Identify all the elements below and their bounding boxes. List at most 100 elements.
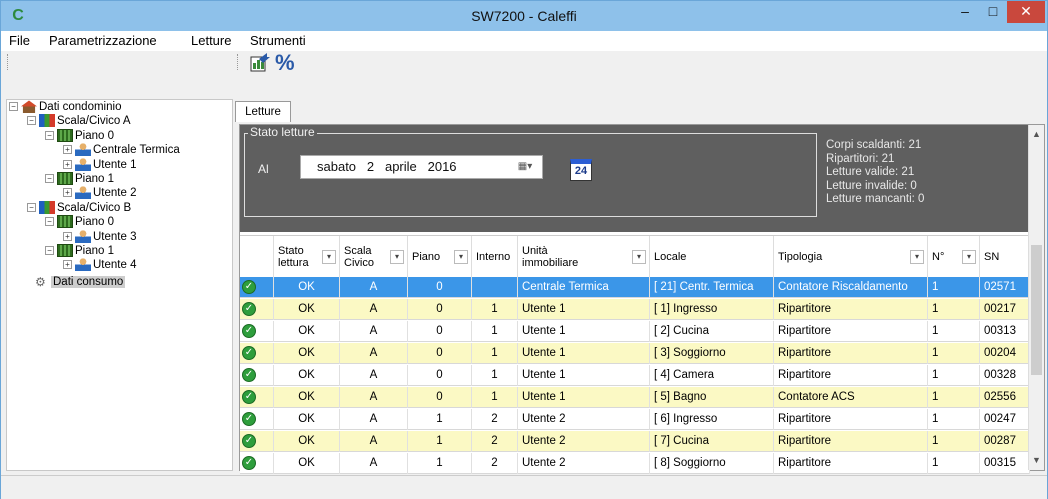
header-tipologia[interactable]: Tipologia ▾ bbox=[774, 236, 928, 278]
cell-piano: 1 bbox=[408, 453, 472, 474]
tree-item-piano-b0[interactable]: − Piano 0 bbox=[45, 215, 114, 229]
tree-label: Utente 4 bbox=[93, 259, 137, 271]
toolbar-grip[interactable] bbox=[237, 54, 240, 70]
filter-dropdown-icon[interactable]: ▾ bbox=[962, 250, 976, 264]
cell-unita: Centrale Termica bbox=[518, 277, 650, 298]
tree-item-scala-b[interactable]: − Scala/Civico B bbox=[27, 201, 131, 215]
table-row[interactable]: ✓ OK A 0 1 Utente 1[ 3] Soggiorno Ripartitore 1… bbox=[240, 343, 1030, 364]
cell-n: 1 bbox=[928, 431, 980, 452]
grid-header: Stato lettura ▾ Scala Civico ▾ Piano ▾ Inte… bbox=[240, 235, 1030, 278]
collapse-icon[interactable]: − bbox=[9, 102, 18, 112]
filter-dropdown-icon[interactable]: ▾ bbox=[390, 250, 404, 264]
header-piano[interactable]: Piano ▾ bbox=[408, 236, 472, 278]
header-scala-civico[interactable]: Scala Civico ▾ bbox=[340, 236, 408, 278]
toolbar-grip[interactable] bbox=[7, 54, 10, 70]
tree-item-utente-4[interactable]: + Utente 4 bbox=[63, 258, 136, 272]
calendar-icon[interactable]: 24 bbox=[570, 159, 592, 181]
filter-dropdown-icon[interactable]: ▾ bbox=[632, 250, 646, 264]
tree-item-utente-1[interactable]: + Utente 1 bbox=[63, 158, 136, 172]
tree-item-centrale-termica[interactable]: + Centrale Termica bbox=[63, 143, 180, 157]
cell-interno: 1 bbox=[472, 299, 518, 320]
table-row[interactable]: ✓ OK A 0 1 Utente 1[ 1] Ingresso Ripartitore 1 0… bbox=[240, 299, 1030, 320]
tree-item-utente-2[interactable]: + Utente 2 bbox=[63, 186, 136, 200]
filter-dropdown-icon[interactable]: ▾ bbox=[454, 250, 468, 264]
tree-label: Scala/Civico B bbox=[57, 202, 132, 214]
expand-icon[interactable]: + bbox=[63, 145, 72, 155]
title-bar[interactable]: C SW7200 - Caleffi – □ ✕ bbox=[1, 1, 1047, 31]
cell-tipologia: Ripartitore bbox=[774, 343, 928, 364]
cell-stato: OK bbox=[274, 321, 340, 342]
menu-letture[interactable]: Letture bbox=[191, 33, 231, 48]
expand-icon[interactable]: + bbox=[63, 232, 72, 242]
expand-icon[interactable]: + bbox=[63, 260, 72, 270]
minimize-button[interactable]: – bbox=[951, 1, 979, 23]
menu-strumenti[interactable]: Strumenti bbox=[250, 33, 306, 48]
tab-letture[interactable]: Letture bbox=[235, 101, 291, 122]
collapse-icon[interactable]: − bbox=[45, 174, 54, 184]
cell-unita: Utente 1 bbox=[518, 299, 650, 320]
collapse-icon[interactable]: − bbox=[45, 217, 54, 227]
chart-export-icon[interactable] bbox=[249, 51, 271, 75]
scroll-up-icon[interactable]: ▲ bbox=[1029, 127, 1044, 141]
cell-tipologia: Contatore Riscaldamento bbox=[774, 277, 928, 298]
tree-item-piano-a1[interactable]: − Piano 1 bbox=[45, 172, 114, 186]
filter-dropdown-icon[interactable]: ▾ bbox=[910, 250, 924, 264]
header-numero[interactable]: N° ▾ bbox=[928, 236, 980, 278]
cell-sn: 00328 bbox=[980, 365, 1030, 386]
percent-button[interactable]: % bbox=[275, 51, 295, 75]
cell-n: 1 bbox=[928, 299, 980, 320]
tree-label: Piano 1 bbox=[75, 173, 115, 185]
cell-sn: 00217 bbox=[980, 299, 1030, 320]
tree-view[interactable]: − Dati condominio − Scala/Civico A − Piano … bbox=[6, 99, 233, 471]
tree-item-piano-b1[interactable]: − Piano 1 bbox=[45, 244, 114, 258]
tree-label: Dati consumo bbox=[51, 276, 126, 288]
tree-label: Utente 1 bbox=[93, 159, 137, 171]
cell-interno bbox=[472, 277, 518, 298]
tree-item-dati-condominio[interactable]: − Dati condominio bbox=[9, 100, 121, 114]
cell-sn: 00315 bbox=[980, 453, 1030, 474]
vertical-scrollbar[interactable]: ▲ ▼ bbox=[1028, 125, 1044, 470]
scroll-down-icon[interactable]: ▼ bbox=[1029, 453, 1044, 467]
filter-dropdown-icon[interactable]: ▾ bbox=[322, 250, 336, 264]
tree-item-utente-3[interactable]: + Utente 3 bbox=[63, 230, 136, 244]
header-interno[interactable]: Interno bbox=[472, 236, 518, 278]
tree-label: Piano 0 bbox=[75, 216, 115, 228]
header-stato-lettura[interactable]: Stato lettura ▾ bbox=[274, 236, 340, 278]
table-row[interactable]: ✓ OK A 0 1 Utente 1[ 4] Camera Ripartitore 1 003… bbox=[240, 365, 1030, 386]
close-button[interactable]: ✕ bbox=[1007, 1, 1045, 23]
cell-n: 1 bbox=[928, 321, 980, 342]
cell-n: 1 bbox=[928, 277, 980, 298]
cell-tipologia: Ripartitore bbox=[774, 299, 928, 320]
status-cell: ✓ bbox=[240, 277, 274, 298]
collapse-icon[interactable]: − bbox=[27, 203, 36, 213]
menu-parametrizzazione[interactable]: Parametrizzazione bbox=[49, 33, 157, 48]
collapse-icon[interactable]: − bbox=[45, 131, 54, 141]
table-row[interactable]: ✓ OK A 1 2 Utente 2[ 8] Soggiorno Ripartitore 1… bbox=[240, 453, 1030, 474]
menu-file[interactable]: File bbox=[9, 33, 30, 48]
collapse-icon[interactable]: − bbox=[27, 116, 36, 126]
scroll-thumb[interactable] bbox=[1031, 245, 1042, 375]
header-locale[interactable]: Locale bbox=[650, 236, 774, 278]
status-cell: ✓ bbox=[240, 321, 274, 342]
collapse-icon[interactable]: − bbox=[45, 246, 54, 256]
cell-stato: OK bbox=[274, 299, 340, 320]
table-row[interactable]: ✓ OK A 1 2 Utente 2[ 7] Cucina Ripartitore 1 002… bbox=[240, 431, 1030, 452]
cell-interno: 2 bbox=[472, 409, 518, 430]
tree-label: Utente 2 bbox=[93, 187, 137, 199]
window-title: SW7200 - Caleffi bbox=[471, 8, 577, 24]
expand-icon[interactable]: + bbox=[63, 160, 72, 170]
maximize-button[interactable]: □ bbox=[979, 1, 1007, 23]
header-unita-immobiliare[interactable]: Unità immobiliare ▾ bbox=[518, 236, 650, 278]
cell-piano: 1 bbox=[408, 409, 472, 430]
expand-icon[interactable]: + bbox=[63, 188, 72, 198]
calendar-dropdown-icon[interactable]: ▦▾ bbox=[512, 158, 538, 176]
table-row[interactable]: ✓ OK A 0 1 Utente 1[ 2] Cucina Ripartitore 1 003… bbox=[240, 321, 1030, 342]
tree-item-dati-consumo[interactable]: ⚙ Dati consumo bbox=[35, 275, 126, 289]
tree-item-scala-a[interactable]: − Scala/Civico A bbox=[27, 114, 131, 128]
tree-item-piano-a0[interactable]: − Piano 0 bbox=[45, 129, 114, 143]
table-row[interactable]: ✓ OK A 0 1 Utente 1[ 5] Bagno Contatore ACS 1 02… bbox=[240, 387, 1030, 408]
table-row[interactable]: ✓ OK A 1 2 Utente 2[ 6] Ingresso Ripartitore 1 0… bbox=[240, 409, 1030, 430]
table-row[interactable]: ✓ OK A 0 Centrale Termica[ 21] Centr. Termic… bbox=[240, 277, 1030, 298]
header-sn[interactable]: SN bbox=[980, 236, 1030, 278]
date-picker[interactable]: sabato 2 aprile 2016 ▦▾ bbox=[300, 155, 543, 179]
